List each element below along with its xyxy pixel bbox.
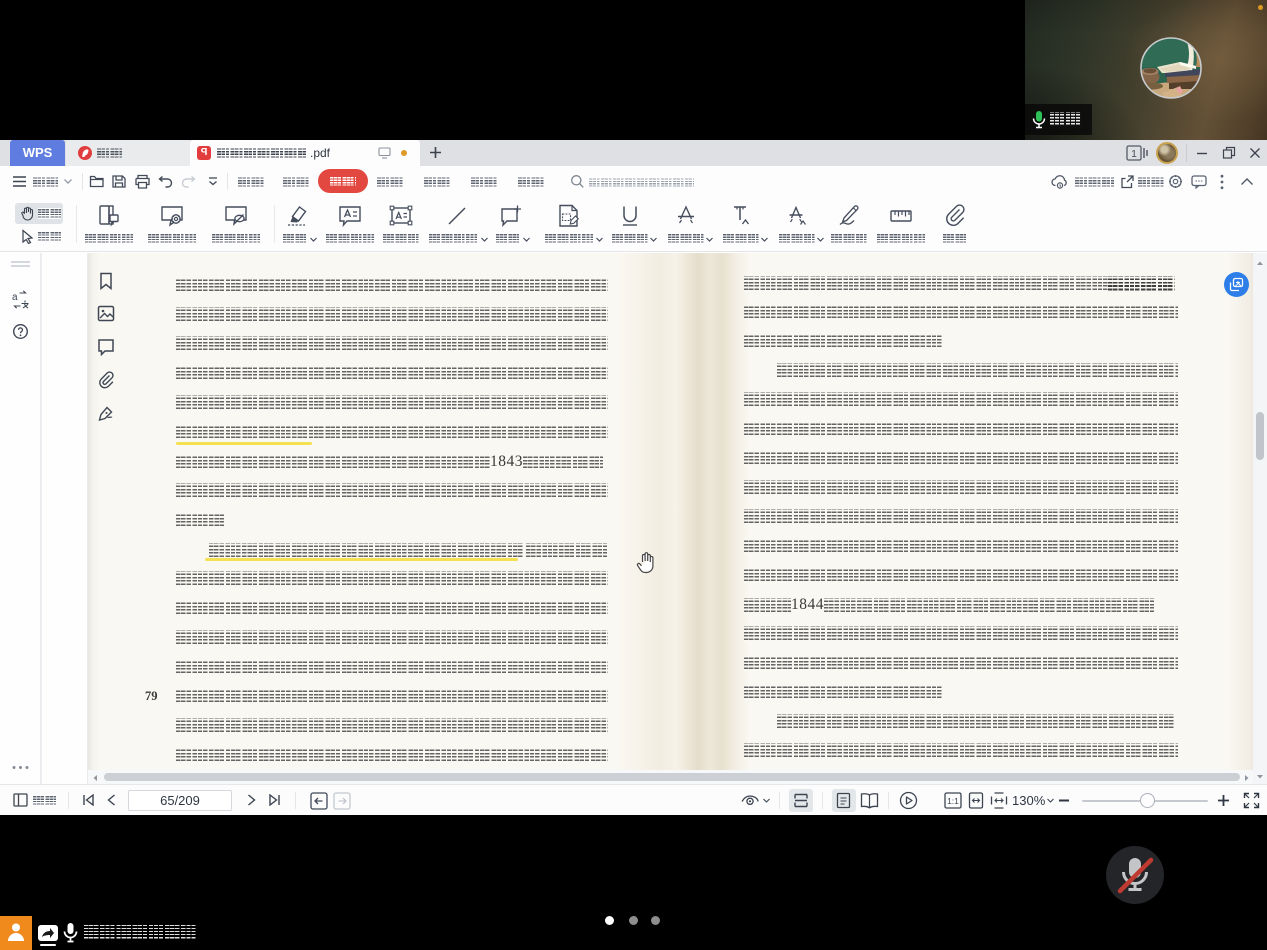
svg-text:1:1: 1:1	[947, 796, 959, 806]
svg-text:a: a	[12, 292, 18, 303]
svg-text:1: 1	[1131, 149, 1137, 160]
